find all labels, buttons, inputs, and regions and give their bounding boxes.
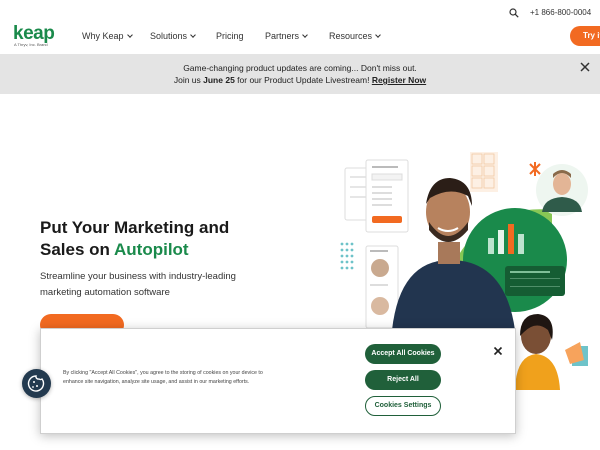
- search-icon[interactable]: [509, 8, 519, 18]
- cookie-text-line-1: By clicking "Accept All Cookies", you ag…: [63, 370, 263, 376]
- logo-tagline: A Thryv, Inc. Brand: [14, 42, 48, 47]
- keap-logo[interactable]: keap A Thryv, Inc. Brand: [13, 23, 59, 48]
- chevron-down-icon: [126, 31, 133, 38]
- hero-title-line-2: Sales on Autopilot: [40, 240, 189, 260]
- accept-all-cookies-button[interactable]: Accept All Cookies: [365, 344, 441, 364]
- cookie-icon: [27, 375, 45, 392]
- nav-pricing[interactable]: Pricing: [216, 31, 244, 41]
- site-header: keap A Thryv, Inc. Brand Why Keap Soluti…: [0, 0, 600, 52]
- hero-title-line-1: Put Your Marketing and: [40, 218, 230, 237]
- nav-why-keap[interactable]: Why Keap: [82, 31, 133, 41]
- sparkle-icon: [529, 162, 541, 176]
- hero-subtitle-line-1: Streamline your business with industry-l…: [40, 271, 236, 282]
- chevron-down-icon: [302, 31, 308, 38]
- reject-all-button[interactable]: Reject All: [365, 370, 441, 390]
- nav-solutions[interactable]: Solutions: [150, 31, 196, 41]
- chevron-down-icon: [190, 31, 196, 38]
- close-icon[interactable]: [493, 346, 503, 356]
- contact-list-card: [365, 245, 399, 329]
- cookies-settings-button[interactable]: Cookies Settings: [365, 396, 441, 416]
- chevron-down-icon: [375, 31, 381, 38]
- announcement-banner: Game-changing product updates are coming…: [0, 54, 600, 94]
- nav-partners-label: Partners: [265, 31, 300, 41]
- close-icon[interactable]: [580, 62, 590, 72]
- banner-middle: for our Product Update Livestream!: [234, 75, 372, 85]
- cookie-consent-dialog: By clicking "Accept All Cookies", you ag…: [40, 328, 516, 434]
- hero-title-accent: Autopilot: [114, 240, 189, 259]
- cookie-text-line-2: enhance site navigation, analyze site us…: [63, 379, 250, 385]
- banner-line-2: Join us June 25 for our Product Update L…: [0, 75, 600, 85]
- nav-resources[interactable]: Resources: [329, 31, 381, 41]
- nav-partners[interactable]: Partners: [265, 31, 308, 41]
- cookie-preferences-button[interactable]: [22, 369, 51, 398]
- hero-title-prefix: Sales on: [40, 240, 115, 259]
- nav-pricing-label: Pricing: [216, 31, 244, 41]
- banner-date: June 25: [203, 75, 235, 85]
- register-now-link[interactable]: Register Now: [372, 75, 426, 85]
- phone-number[interactable]: +1 866-800-0004: [530, 8, 591, 17]
- nav-resources-label: Resources: [329, 31, 373, 41]
- hero-subtitle-line-2: marketing automation software: [40, 287, 170, 298]
- nav-solutions-label: Solutions: [150, 31, 188, 41]
- try-it-button[interactable]: Try it: [570, 26, 600, 46]
- banner-line-1: Game-changing product updates are coming…: [183, 63, 417, 73]
- nav-why-keap-label: Why Keap: [82, 31, 124, 41]
- banner-prefix: Join us: [173, 75, 204, 85]
